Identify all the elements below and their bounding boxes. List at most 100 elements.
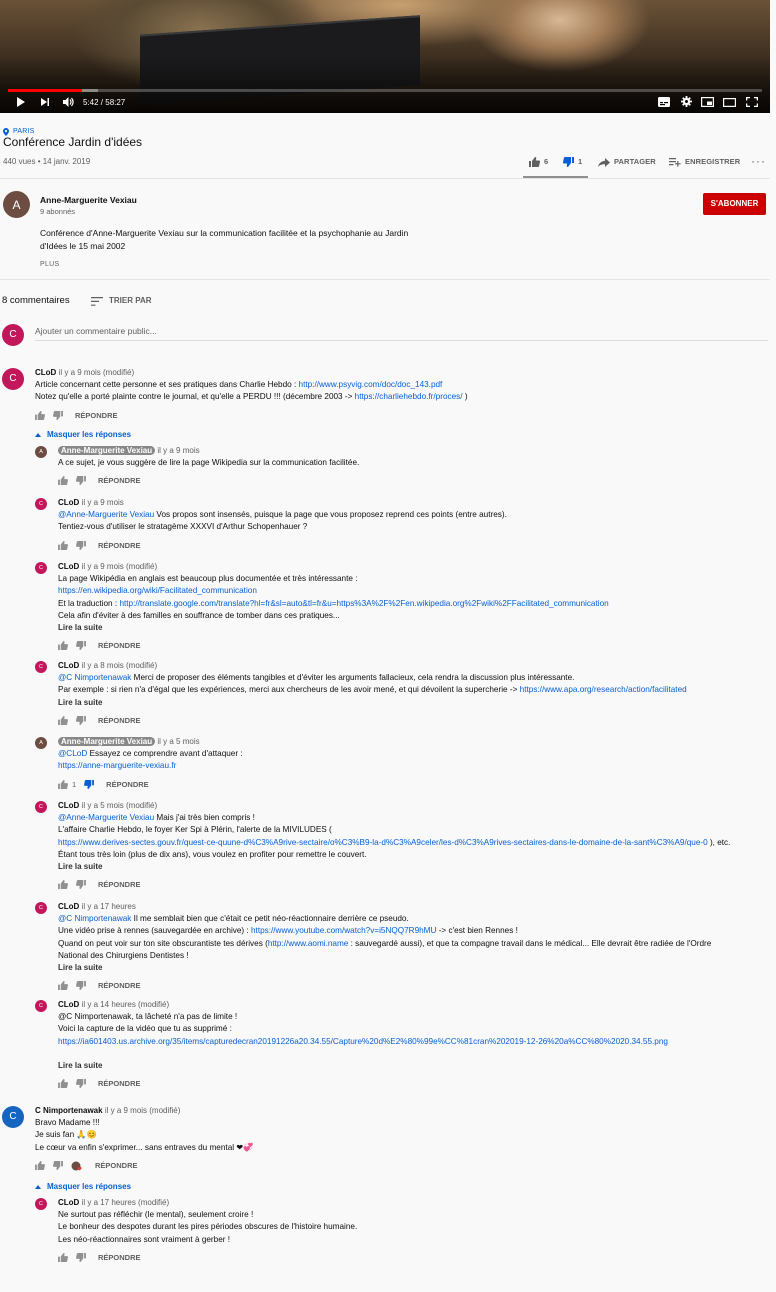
- dislike-button[interactable]: [84, 779, 95, 790]
- comment-author[interactable]: CLoD: [58, 661, 79, 670]
- subscribe-button[interactable]: S'ABONNER: [703, 193, 766, 215]
- comment-link[interactable]: https://www.derives-sectes.gouv.fr/quest…: [58, 838, 708, 847]
- comment-avatar[interactable]: C: [35, 562, 47, 574]
- dislike-button[interactable]: 1: [563, 156, 582, 168]
- comment-link[interactable]: http://translate.google.com/translate?hl…: [119, 599, 608, 608]
- hide-replies-button[interactable]: Masquer les réponses: [35, 429, 131, 441]
- comment-author[interactable]: CLoD: [58, 801, 79, 810]
- comment-link[interactable]: http://www.aomi.name: [268, 939, 349, 948]
- comment-time[interactable]: il y a 5 mois: [157, 737, 199, 746]
- comment-avatar[interactable]: C: [35, 1000, 47, 1012]
- comment-link[interactable]: https://en.wikipedia.org/wiki/Facilitate…: [58, 586, 257, 595]
- like-button[interactable]: [58, 540, 68, 551]
- comment-time[interactable]: il y a 17 heures (modifié): [82, 1198, 170, 1207]
- dislike-button[interactable]: [76, 641, 86, 651]
- like-button[interactable]: [58, 715, 68, 726]
- comment-link[interactable]: http://www.psyvig.com/doc/doc_143.pdf: [299, 380, 443, 389]
- dislike-button[interactable]: [76, 476, 86, 486]
- fullscreen-button[interactable]: [746, 97, 758, 111]
- reply-button[interactable]: RÉPONDRE: [98, 640, 141, 652]
- dislike-button[interactable]: [76, 715, 86, 726]
- comment-avatar[interactable]: C: [2, 1106, 24, 1128]
- channel-avatar[interactable]: A: [3, 191, 30, 218]
- dislike-button[interactable]: [53, 1160, 63, 1171]
- comment-link[interactable]: https://charliehebdo.fr/proces/: [355, 392, 463, 401]
- reply-button[interactable]: RÉPONDRE: [75, 410, 118, 422]
- reply-button[interactable]: RÉPONDRE: [98, 715, 141, 727]
- read-more-button[interactable]: Lire la suite: [58, 1060, 102, 1072]
- comment-time[interactable]: il y a 9 mois (modifié): [59, 368, 135, 377]
- comment-link[interactable]: @Anne-Marguerite Vexiau: [58, 510, 154, 519]
- dislike-button[interactable]: [76, 1079, 86, 1089]
- dislike-button[interactable]: [76, 540, 86, 551]
- comment-link[interactable]: https://ia601403.us.archive.org/35/items…: [58, 1037, 668, 1046]
- reply-button[interactable]: RÉPONDRE: [106, 779, 149, 791]
- save-button[interactable]: ENREGISTRER: [669, 156, 740, 168]
- comment-link[interactable]: @C Nimportenawak: [58, 914, 131, 923]
- comment-time[interactable]: il y a 9 mois (modifié): [105, 1106, 181, 1115]
- comment-author[interactable]: C Nimportenawak: [35, 1106, 103, 1115]
- reply-button[interactable]: RÉPONDRE: [98, 1252, 141, 1264]
- like-button[interactable]: [58, 981, 68, 991]
- dislike-button[interactable]: [53, 410, 63, 421]
- comment-time[interactable]: il y a 9 mois: [82, 498, 124, 507]
- channel-name[interactable]: Anne-Marguerite Vexiau: [40, 194, 137, 206]
- play-button[interactable]: [16, 97, 26, 111]
- comment-avatar[interactable]: C: [35, 498, 47, 510]
- reply-button[interactable]: RÉPONDRE: [98, 879, 141, 891]
- comment-time[interactable]: il y a 8 mois (modifié): [82, 661, 158, 670]
- like-button[interactable]: [58, 779, 68, 790]
- read-more-button[interactable]: Lire la suite: [58, 861, 102, 873]
- comment-author[interactable]: CLoD: [58, 498, 79, 507]
- comment-time[interactable]: il y a 9 mois (modifié): [82, 562, 158, 571]
- reply-button[interactable]: RÉPONDRE: [98, 540, 141, 552]
- reply-button[interactable]: RÉPONDRE: [98, 1078, 141, 1090]
- comment-avatar[interactable]: C: [35, 1198, 47, 1210]
- read-more-button[interactable]: Lire la suite: [58, 962, 102, 974]
- comment-author[interactable]: CLoD: [58, 1000, 79, 1009]
- comment-avatar[interactable]: A: [35, 446, 47, 458]
- comment-link[interactable]: @CLoD: [58, 749, 87, 758]
- comment-avatar[interactable]: C: [35, 801, 47, 813]
- comment-author[interactable]: CLoD: [35, 368, 56, 377]
- share-button[interactable]: PARTAGER: [598, 156, 656, 168]
- comment-time[interactable]: il y a 5 mois (modifié): [82, 801, 158, 810]
- theater-mode-button[interactable]: [723, 98, 737, 111]
- dislike-button[interactable]: [76, 981, 86, 991]
- dislike-button[interactable]: [76, 880, 86, 890]
- comment-link[interactable]: https://anne-marguerite-vexiau.fr: [58, 761, 176, 770]
- like-button[interactable]: [58, 641, 68, 651]
- comment-time[interactable]: il y a 14 heures (modifié): [82, 1000, 170, 1009]
- dislike-button[interactable]: [76, 1252, 86, 1263]
- comment-link[interactable]: @Anne-Marguerite Vexiau: [58, 813, 154, 822]
- like-button[interactable]: [58, 1079, 68, 1089]
- read-more-button[interactable]: Lire la suite: [58, 697, 102, 709]
- comment-author[interactable]: Anne-Marguerite Vexiau: [58, 737, 156, 746]
- like-button[interactable]: [35, 410, 45, 421]
- comment-avatar[interactable]: C: [2, 368, 24, 390]
- like-button[interactable]: [35, 1160, 45, 1171]
- like-button[interactable]: [58, 880, 68, 890]
- comment-avatar[interactable]: A: [35, 737, 47, 749]
- comment-link[interactable]: https://www.apa.org/research/action/faci…: [520, 685, 687, 694]
- reply-button[interactable]: RÉPONDRE: [95, 1160, 138, 1172]
- comment-author[interactable]: Anne-Marguerite Vexiau: [58, 446, 156, 455]
- comment-author[interactable]: CLoD: [58, 902, 79, 911]
- like-button[interactable]: 6: [529, 156, 548, 168]
- reply-button[interactable]: RÉPONDRE: [98, 475, 141, 487]
- comment-link[interactable]: @C Nimportenawak: [58, 673, 131, 682]
- next-button[interactable]: [40, 97, 50, 111]
- reply-button[interactable]: RÉPONDRE: [98, 980, 141, 992]
- like-button[interactable]: [58, 476, 68, 486]
- subtitles-button[interactable]: [658, 97, 670, 111]
- comment-author[interactable]: CLoD: [58, 1198, 79, 1207]
- comment-link[interactable]: https://www.youtube.com/watch?v=i5NQQ7R9…: [251, 926, 436, 935]
- hide-replies-button[interactable]: Masquer les réponses: [35, 1181, 131, 1193]
- show-more-button[interactable]: PLUS: [40, 259, 60, 271]
- settings-button[interactable]: [681, 96, 692, 111]
- comment-avatar[interactable]: C: [35, 902, 47, 914]
- comment-time[interactable]: il y a 9 mois: [157, 446, 199, 455]
- miniplayer-button[interactable]: [701, 97, 715, 111]
- comment-time[interactable]: il y a 17 heures: [82, 902, 136, 911]
- comment-avatar[interactable]: C: [35, 661, 47, 673]
